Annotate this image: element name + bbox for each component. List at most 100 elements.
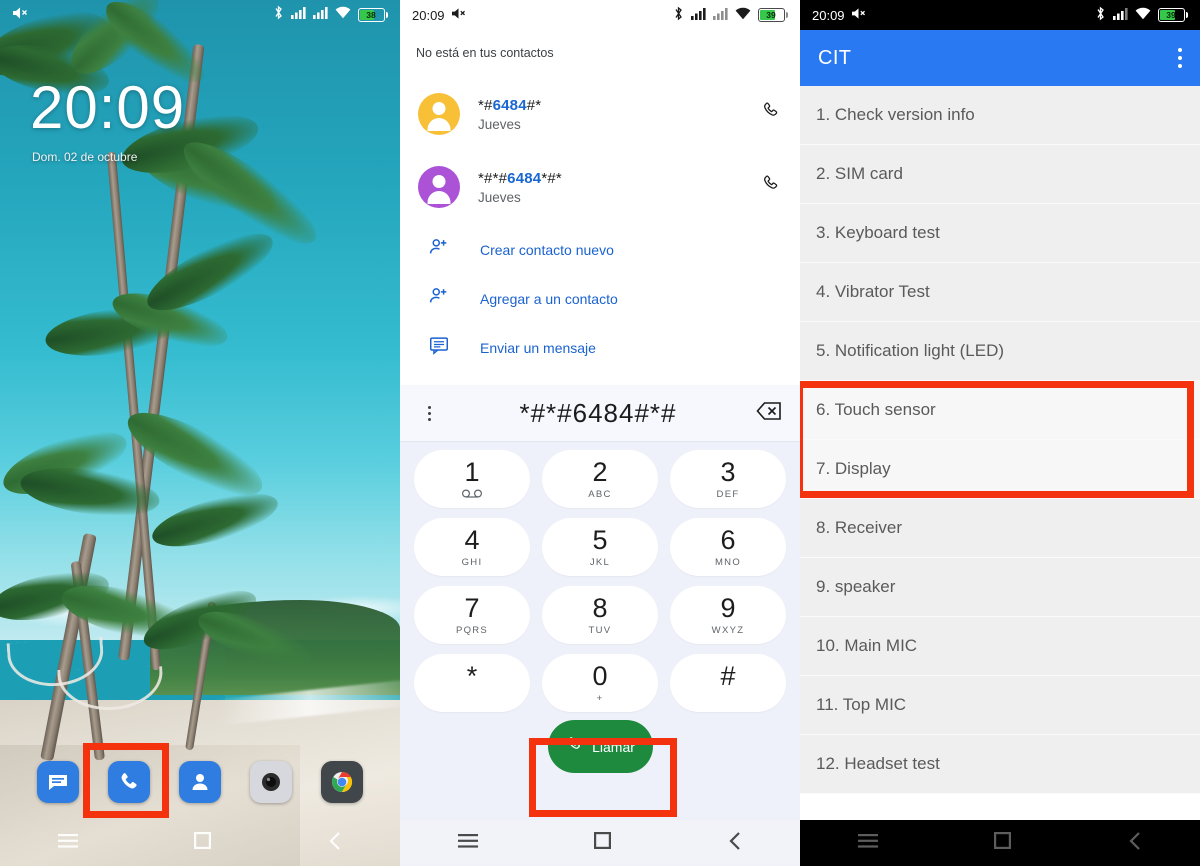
contacts-app-icon[interactable]: [178, 761, 221, 803]
more-vert-icon[interactable]: [1178, 48, 1182, 68]
cit-list-item[interactable]: 1. Check version info: [800, 86, 1200, 145]
battery-icon: 39: [757, 8, 788, 22]
cell-signal-icon: [712, 7, 728, 23]
page-title: CIT: [818, 46, 852, 69]
key-digit: 2: [592, 456, 608, 487]
home-dock: [0, 755, 400, 809]
action-label: Agregar a un contacto: [480, 290, 618, 307]
cit-list-item[interactable]: 11. Top MIC: [800, 676, 1200, 735]
key-6[interactable]: 6 MNO: [670, 518, 786, 576]
action-label: Crear contacto nuevo: [480, 241, 614, 258]
lockscreen-statusbar: 38: [0, 0, 400, 30]
battery-icon: 39: [1157, 8, 1188, 22]
send-message-action[interactable]: Enviar un mensaje: [400, 323, 800, 372]
wifi-icon: [335, 6, 351, 24]
battery-icon: 38: [357, 8, 388, 22]
bluetooth-icon: [673, 6, 684, 24]
cit-list-item[interactable]: 8. Receiver: [800, 499, 1200, 558]
cell-signal-icon: [690, 7, 706, 23]
dialer-navbar: [400, 820, 800, 866]
key-subtext: DEF: [716, 488, 740, 500]
battery-level-text: 39: [1166, 10, 1176, 20]
backspace-icon[interactable]: [756, 401, 782, 426]
cit-list-item[interactable]: 3. Keyboard test: [800, 204, 1200, 263]
key-hash[interactable]: #: [670, 654, 786, 712]
avatar: [418, 93, 460, 135]
key-7[interactable]: 7 PQRS: [414, 586, 530, 644]
volume-mute-icon: [451, 7, 466, 23]
key-5[interactable]: 5 JKL: [542, 518, 658, 576]
key-subtext: PQRS: [455, 624, 489, 636]
back-chevron-icon[interactable]: [1128, 831, 1142, 855]
dialer-panel: 20:09 39 No está en tus contactos *#6484…: [400, 0, 800, 866]
key-digit: 9: [720, 592, 736, 623]
cit-list-item[interactable]: 4. Vibrator Test: [800, 263, 1200, 322]
key-digit: 7: [464, 592, 480, 623]
call-entry-row[interactable]: *#6484#* Jueves: [400, 84, 800, 144]
back-chevron-icon[interactable]: [328, 831, 342, 855]
add-to-contact-action[interactable]: Agregar a un contacto: [400, 274, 800, 323]
key-0[interactable]: 0 +: [542, 654, 658, 712]
phone-handset-icon[interactable]: [760, 101, 782, 128]
cit-list-item[interactable]: 9. speaker: [800, 558, 1200, 617]
key-8[interactable]: 8 TUV: [542, 586, 658, 644]
chrome-app-icon[interactable]: [321, 761, 364, 803]
message-icon: [428, 334, 450, 361]
key-subtext: +: [596, 692, 604, 704]
cit-list-item[interactable]: 2. SIM card: [800, 145, 1200, 204]
home-square-icon[interactable]: [194, 831, 212, 854]
key-1[interactable]: 1: [414, 450, 530, 508]
menu-icon[interactable]: [458, 833, 479, 853]
key-digit: #: [720, 660, 736, 691]
back-chevron-icon[interactable]: [728, 831, 742, 855]
call-entry-number: *#*#6484*#*: [478, 169, 562, 187]
key-digit: 3: [720, 456, 736, 487]
more-vert-icon[interactable]: [418, 405, 440, 421]
cit-list-item[interactable]: 5. Notification light (LED): [800, 322, 1200, 381]
three-panel-screenshot: 38 20:09 Dom. 02 de octubre 20:09 39 No …: [0, 0, 1200, 866]
key-subtext: MNO: [714, 556, 742, 568]
key-2[interactable]: 2 ABC: [542, 450, 658, 508]
bluetooth-icon: [1095, 6, 1106, 24]
dialer-input-value[interactable]: *#*#6484#*#: [440, 398, 756, 429]
avatar: [418, 166, 460, 208]
lockscreen-date: Dom. 02 de octubre: [32, 150, 138, 164]
dialpad-keys: 1 2 ABC 3 DEF 4 GHI 5 JKL 6 MNO 7 PQRS 8…: [400, 442, 800, 712]
key-subtext: JKL: [589, 556, 611, 568]
volume-mute-icon: [851, 7, 866, 23]
person-add-icon: [428, 236, 450, 263]
key-digit: 4: [464, 524, 480, 555]
key-digit: 8: [592, 592, 608, 623]
key-digit: 0: [592, 660, 608, 691]
cell-signal-icon: [290, 6, 306, 24]
dialer-input-row: *#*#6484#*#: [400, 385, 800, 442]
lockscreen-clock: 20:09: [30, 74, 186, 141]
cit-navbar: [800, 820, 1200, 866]
cit-list-item[interactable]: 12. Headset test: [800, 735, 1200, 794]
cit-list-item[interactable]: 10. Main MIC: [800, 617, 1200, 676]
menu-icon[interactable]: [858, 833, 879, 853]
messages-app-icon[interactable]: [36, 761, 79, 803]
key-subtext: ABC: [588, 488, 612, 500]
lockscreen-panel: 38 20:09 Dom. 02 de octubre: [0, 0, 400, 866]
key-star[interactable]: *: [414, 654, 530, 712]
home-square-icon[interactable]: [994, 831, 1012, 854]
touch-sensor-display-highlight-box: [800, 381, 1194, 498]
create-new-contact-action[interactable]: Crear contacto nuevo: [400, 225, 800, 274]
phone-handset-icon[interactable]: [760, 174, 782, 201]
camera-app-icon[interactable]: [250, 761, 293, 803]
key-4[interactable]: 4 GHI: [414, 518, 530, 576]
home-square-icon[interactable]: [594, 831, 612, 854]
key-3[interactable]: 3 DEF: [670, 450, 786, 508]
call-entry-row[interactable]: *#*#6484*#* Jueves: [400, 157, 800, 217]
battery-level-text: 39: [766, 10, 776, 20]
statusbar-time: 20:09: [412, 7, 445, 23]
wifi-icon: [1135, 7, 1151, 23]
volume-mute-icon: [12, 6, 28, 25]
key-digit: 6: [720, 524, 736, 555]
wifi-icon: [735, 7, 751, 23]
menu-icon[interactable]: [58, 833, 79, 853]
key-9[interactable]: 9 WXYZ: [670, 586, 786, 644]
call-entry-subtitle: Jueves: [478, 189, 521, 205]
key-subtext: WXYZ: [711, 624, 745, 636]
